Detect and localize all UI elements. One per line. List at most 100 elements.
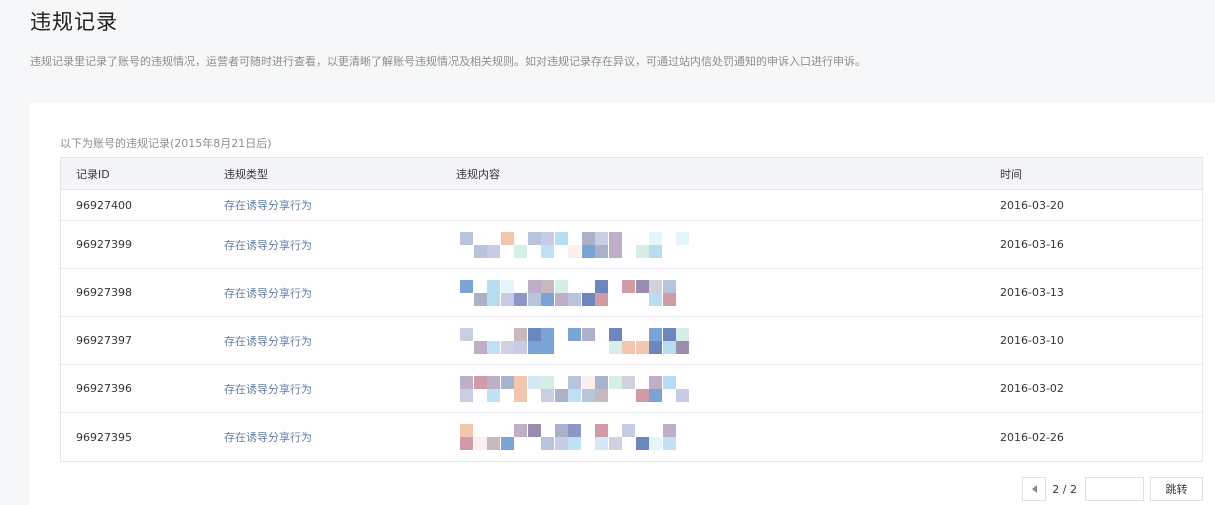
header-record-id: 记录ID xyxy=(76,167,110,181)
mosaic-pixel xyxy=(500,231,514,245)
violation-type-link[interactable]: 存在诱导分享行为 xyxy=(224,335,312,348)
mosaic-pixel xyxy=(460,424,473,437)
mosaic-pixel xyxy=(541,292,554,306)
mosaic-pixel xyxy=(554,424,568,437)
mosaic-pixel xyxy=(527,231,541,245)
mosaic-pixel xyxy=(595,388,608,402)
mosaic-pixel xyxy=(527,279,541,293)
mosaic-pixel xyxy=(487,340,500,354)
violation-content-cell xyxy=(456,365,1000,412)
record-id: 96927399 xyxy=(76,238,132,251)
mosaic-pixel xyxy=(649,375,662,389)
mosaic-pixel xyxy=(635,279,649,293)
prev-page-button[interactable] xyxy=(1022,477,1047,501)
violation-content-cell xyxy=(456,221,1000,268)
mosaic-pixel xyxy=(541,279,554,293)
mosaic-pixel xyxy=(581,231,595,245)
mosaic-pixel xyxy=(460,388,473,402)
mosaic-pixel xyxy=(662,279,676,293)
table-row: 96927399 存在诱导分享行为 2016-03-16 xyxy=(61,221,1202,269)
mosaic-pixel xyxy=(595,244,608,258)
mosaic-pixel xyxy=(487,437,500,450)
record-id: 96927398 xyxy=(76,286,132,299)
violation-content-cell xyxy=(456,190,1000,220)
violation-type-link[interactable]: 存在诱导分享行为 xyxy=(224,199,312,212)
record-id: 96927400 xyxy=(76,198,132,212)
mosaic-pixel xyxy=(581,292,595,306)
violation-type-link[interactable]: 存在诱导分享行为 xyxy=(224,383,312,396)
mosaic-pixel xyxy=(500,292,514,306)
violation-type-link[interactable]: 存在诱导分享行为 xyxy=(224,287,312,300)
mosaic-pixel xyxy=(662,292,676,306)
mosaic-pixel xyxy=(460,231,473,245)
mosaic-pixel xyxy=(581,244,595,258)
mosaic-pixel xyxy=(649,437,662,450)
mosaic-pixel xyxy=(541,244,554,258)
table-row: 96927400 存在诱导分享行为 2016-03-20 xyxy=(61,190,1202,221)
mosaic-pixel xyxy=(500,340,514,354)
mosaic-pixel xyxy=(514,292,527,306)
mosaic-pixel xyxy=(473,244,487,258)
pixelated-content xyxy=(460,375,690,402)
violation-content-cell xyxy=(456,317,1000,364)
mosaic-pixel xyxy=(527,292,541,306)
mosaic-pixel xyxy=(527,424,541,437)
mosaic-pixel xyxy=(554,279,568,293)
mosaic-pixel xyxy=(460,375,473,389)
mosaic-pixel xyxy=(487,279,500,293)
mosaic-pixel xyxy=(500,437,514,450)
mosaic-pixel xyxy=(460,327,473,341)
mosaic-pixel xyxy=(568,437,581,450)
mosaic-pixel xyxy=(473,375,487,389)
page-title: 违规记录 xyxy=(30,10,118,34)
violation-type-link[interactable]: 存在诱导分享行为 xyxy=(224,239,312,252)
record-time: 2016-03-02 xyxy=(1000,382,1064,395)
mosaic-pixel xyxy=(676,340,689,354)
mosaic-pixel xyxy=(568,244,581,258)
mosaic-pixel xyxy=(473,340,487,354)
records-panel: 以下为账号的违规记录(2015年8月21日后) 记录ID 违规类型 违规内容 时… xyxy=(30,103,1215,505)
mosaic-pixel xyxy=(541,231,554,245)
mosaic-pixel xyxy=(554,292,568,306)
record-time: 2016-03-13 xyxy=(1000,286,1064,299)
mosaic-pixel xyxy=(568,388,581,402)
mosaic-pixel xyxy=(662,437,676,450)
mosaic-pixel xyxy=(649,279,662,293)
mosaic-pixel xyxy=(595,231,608,245)
mosaic-pixel xyxy=(473,292,487,306)
mosaic-pixel xyxy=(608,327,622,341)
violation-content-cell xyxy=(456,269,1000,316)
mosaic-pixel xyxy=(662,375,676,389)
violation-records-table: 记录ID 违规类型 违规内容 时间 96927400 存在诱导分享行为 2016… xyxy=(60,157,1203,462)
table-row: 96927398 存在诱导分享行为 2016-03-13 xyxy=(61,269,1202,317)
pixelated-content xyxy=(460,279,690,306)
pagination: 2 / 2 跳转 xyxy=(1022,477,1203,501)
mosaic-pixel xyxy=(527,327,541,341)
page-jump-input[interactable] xyxy=(1085,477,1144,501)
mosaic-pixel xyxy=(649,388,662,402)
mosaic-pixel xyxy=(514,424,527,437)
record-time: 2016-03-20 xyxy=(1000,198,1064,212)
mosaic-pixel xyxy=(514,388,527,402)
pixelated-content xyxy=(460,327,690,354)
record-time: 2016-02-26 xyxy=(1000,430,1064,444)
jump-button[interactable]: 跳转 xyxy=(1150,477,1203,501)
violation-type-link[interactable]: 存在诱导分享行为 xyxy=(224,431,312,444)
mosaic-pixel xyxy=(568,375,581,389)
mosaic-pixel xyxy=(635,437,649,450)
mosaic-pixel xyxy=(595,375,608,389)
mosaic-pixel xyxy=(622,340,635,354)
mosaic-pixel xyxy=(649,340,662,354)
mosaic-pixel xyxy=(649,292,662,306)
mosaic-pixel xyxy=(541,388,554,402)
mosaic-pixel xyxy=(622,279,635,293)
mosaic-pixel xyxy=(595,292,608,306)
chevron-left-icon xyxy=(1031,485,1037,493)
table-header: 记录ID 违规类型 违规内容 时间 xyxy=(61,158,1202,190)
header-violation-content: 违规内容 xyxy=(456,167,500,181)
mosaic-pixel xyxy=(635,388,649,402)
table-row: 96927397 存在诱导分享行为 2016-03-10 xyxy=(61,317,1202,365)
pixelated-content xyxy=(460,424,690,450)
mosaic-pixel xyxy=(581,388,595,402)
mosaic-pixel xyxy=(676,231,689,245)
